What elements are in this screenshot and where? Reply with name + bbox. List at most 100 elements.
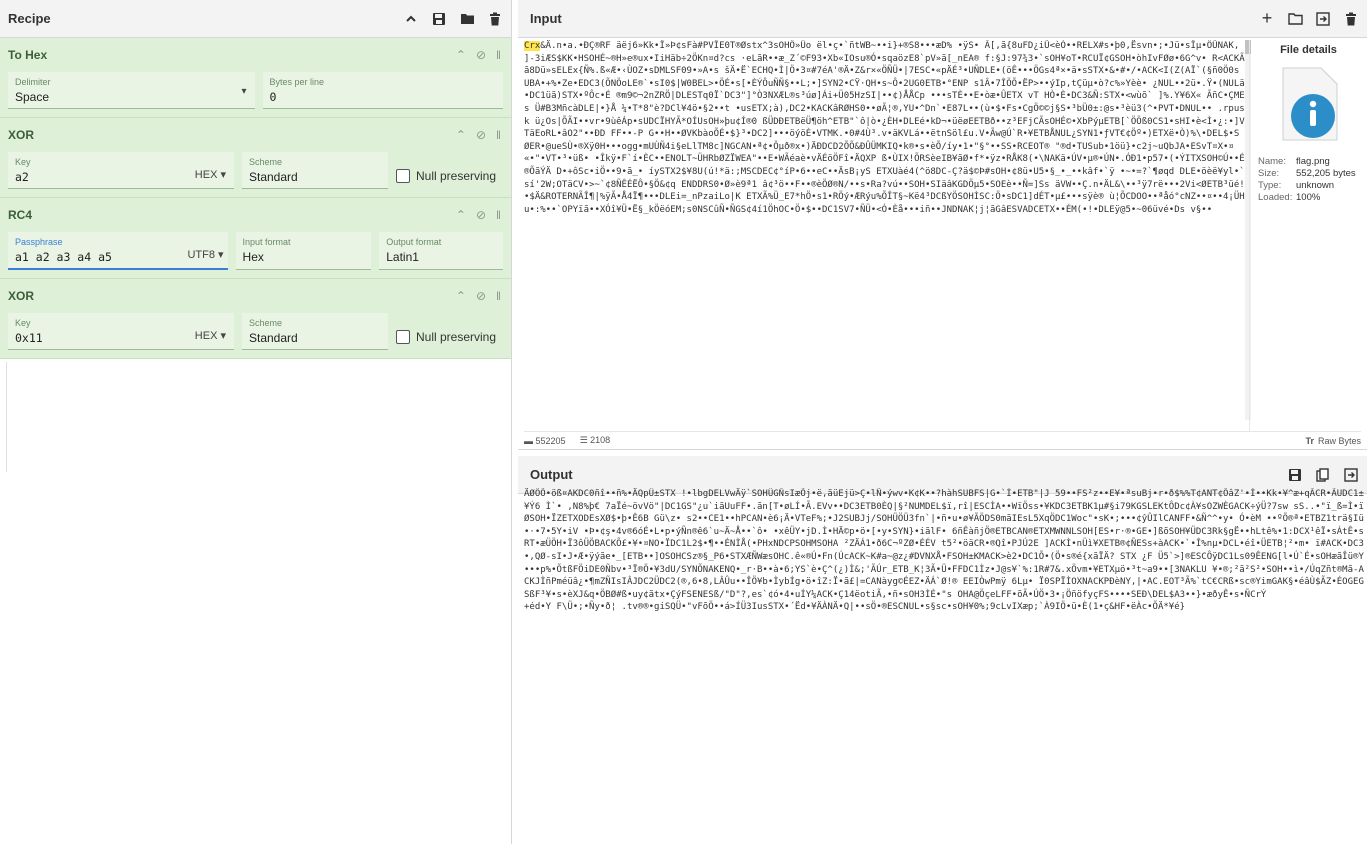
load-recipe-icon[interactable] [459,11,475,27]
selection-highlight: Crx [524,41,541,51]
size-label: Size: [1258,168,1280,179]
output-format-value: Latin1 [386,250,419,264]
passphrase-label: Passphrase [15,237,63,247]
collapse-all-icon[interactable] [403,11,419,27]
checkbox-icon[interactable] [396,168,410,183]
null-preserving-checkbox[interactable]: Null preserving [396,313,496,350]
recipe-drop-area[interactable] [6,362,16,472]
bytes-per-line-field[interactable]: Bytes per line 0 [262,72,503,109]
output-format-field[interactable]: Output format Latin1 [379,232,503,270]
breakpoint-icon[interactable]: ‖ [496,128,501,142]
font-selector[interactable]: Tr Raw Bytes [1305,436,1361,446]
name-label: Name: [1258,156,1286,167]
scheme-field[interactable]: Scheme Standard [242,313,388,350]
name-value: flag.png [1296,156,1330,167]
length-value: 552205 [535,435,566,446]
delimiter-label: Delimiter [15,77,51,87]
operation-xor[interactable]: XOR ⌃ ⊘ ‖ Key a2 HEX ▾ Scheme Standard N… [0,118,511,198]
operation-title: XOR [8,128,35,142]
key-format-select[interactable]: HEX ▾ [195,168,226,181]
input-format-label: Input format [242,237,291,247]
operation-to-hex[interactable]: To Hex ⌃ ⊘ ‖ Delimiter Space ▾ Bytes per… [0,38,511,118]
collapse-icon[interactable]: ⌃ [456,128,466,142]
operation-xor[interactable]: XOR ⌃ ⊘ ‖ Key 0x11 HEX ▾ Scheme Standard… [0,279,511,359]
output-text[interactable]: ÄØÖÕ•öß¤AKDC0ñî••ñ%•ÄQpÜ±STX !•lbgDELVwÄ… [524,488,1367,844]
key-format: HEX [194,330,218,342]
bytes-per-line-label: Bytes per line [269,77,325,87]
passphrase-format-select[interactable]: UTF8 ▾ [187,248,223,261]
input-format-value: Hex [242,250,264,264]
delimiter-field[interactable]: Delimiter Space ▾ [8,72,255,109]
save-recipe-icon[interactable] [431,11,447,27]
operation-rc4[interactable]: RC4 ⌃ ⊘ ‖ Passphrase a1 a2 a3 a4 a5 UTF8… [0,198,511,279]
breakpoint-icon[interactable]: ‖ [496,48,501,62]
open-folder-icon[interactable] [1287,11,1303,27]
scheme-label: Scheme [249,318,283,328]
key-field[interactable]: Key a2 HEX ▾ [8,152,234,189]
chevron-down-icon: ▾ [241,86,247,97]
lines-value: 2108 [590,435,611,445]
open-file-icon[interactable] [1315,11,1331,27]
null-preserving-label: Null preserving [416,168,497,183]
clear-recipe-icon[interactable] [487,11,503,27]
length-icon: ▬ [524,435,533,446]
add-tab-icon[interactable]: + [1259,8,1275,28]
operation-title: To Hex [8,48,48,62]
checkbox-icon[interactable] [396,329,410,344]
key-label: Key [15,157,31,167]
input-header: Input + [518,0,1367,38]
disable-icon[interactable]: ⊘ [476,128,486,142]
null-preserving-checkbox[interactable]: Null preserving [396,152,496,189]
breakpoint-icon[interactable]: ‖ [496,208,501,222]
key-format-select[interactable]: HEX ▾ [195,329,226,342]
disable-icon[interactable]: ⊘ [476,48,486,62]
input-text[interactable]: Crx&Ä.n•a.•ÐÇ®RF äëj6»Kk•Î»Þ¢sFà#PVÎE0T®… [524,40,1247,429]
passphrase-field[interactable]: Passphrase a1 a2 a3 a4 a5 UTF8 ▾ [8,232,228,270]
size-value: 552,205 bytes [1296,168,1356,179]
input-status-bar: ▬ 552205 ☰ 2108 Tr Raw Bytes [524,431,1361,449]
collapse-icon[interactable]: ⌃ [456,48,466,62]
file-details-panel: File details Name: flag.png Size: 552,205 … [1249,40,1367,432]
replace-input-icon[interactable] [1343,467,1359,483]
collapse-icon[interactable]: ⌃ [456,289,466,303]
length-stat: ▬ 552205 [524,436,566,446]
operation-title: RC4 [8,208,33,222]
output-title: Output [530,467,573,482]
bytes-per-line-value: 0 [269,90,277,104]
file-details-title: File details [1280,44,1337,56]
collapse-icon[interactable]: ⌃ [456,208,466,222]
type-label: Type: [1258,180,1282,191]
copy-output-icon[interactable] [1315,467,1331,483]
recipe-header: Recipe [0,0,511,38]
recipe-pane: Recipe To Hex ⌃ ⊘ ‖ Delimiter Space ▾ By… [0,0,512,844]
scheme-field[interactable]: Scheme Standard [242,152,388,189]
scheme-value: Standard [249,170,298,184]
delimiter-value: Space [15,90,50,104]
breakpoint-icon[interactable]: ‖ [496,289,501,303]
operation-title: XOR [8,289,35,303]
output-format-label: Output format [386,237,442,247]
output-pane: Output ÄØÖÕ•öß¤AKDC0ñî••ñ%•ÄQpÜ±STX !•lb… [518,456,1367,844]
scheme-label: Scheme [249,157,283,167]
null-preserving-label: Null preserving [416,329,497,344]
font-icon: Tr [1305,435,1314,446]
input-pane: Input + Crx&Ä.n•a.•ÐÇ®RF äëj6»Kk•Î»Þ¢sFà… [518,0,1367,450]
disable-icon[interactable]: ⊘ [476,289,486,303]
key-label: Key [15,318,31,328]
passphrase-format: UTF8 [187,249,215,261]
clear-input-icon[interactable] [1343,11,1359,27]
loaded-label: Loaded: [1258,192,1293,203]
save-output-icon[interactable] [1287,467,1303,483]
recipe-title: Recipe [8,11,51,26]
font-label: Raw Bytes [1317,435,1361,446]
file-info-icon [1269,64,1349,144]
key-field[interactable]: Key 0x11 HEX ▾ [8,313,234,350]
lines-icon: ☰ [579,435,588,445]
scheme-value: Standard [249,331,298,345]
loaded-value: 100% [1296,192,1321,203]
input-format-field[interactable]: Input format Hex [235,232,372,270]
disable-icon[interactable]: ⊘ [476,208,486,222]
key-format: HEX [194,169,218,181]
input-title: Input [530,11,562,26]
lines-stat: ☰ 2108 [580,435,611,446]
